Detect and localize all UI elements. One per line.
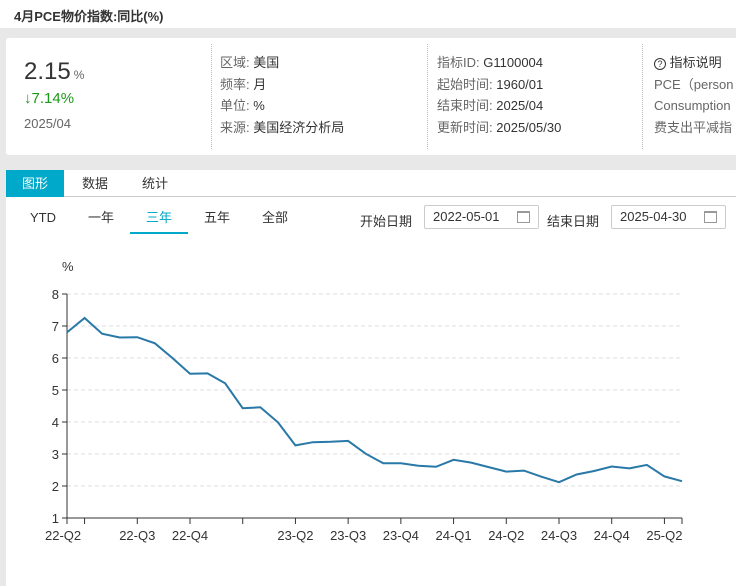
y-tick-label: 4: [52, 415, 59, 430]
x-tick-label: 22-Q3: [119, 528, 155, 543]
x-tick-label: 23-Q2: [277, 528, 313, 543]
x-tick-label: 23-Q4: [383, 528, 419, 543]
y-tick-label: 5: [52, 383, 59, 398]
y-tick-label: 8: [52, 287, 59, 302]
x-tick-label: 22-Q2: [45, 528, 81, 543]
x-tick-label: 24-Q3: [541, 528, 577, 543]
x-tick-label: 24-Q2: [488, 528, 524, 543]
y-axis-unit: %: [62, 259, 74, 274]
y-tick-label: 6: [52, 351, 59, 366]
y-tick-label: 3: [52, 447, 59, 462]
series-line: [66, 316, 683, 484]
y-tick-label: 1: [52, 511, 59, 526]
x-tick-label: 23-Q3: [330, 528, 366, 543]
y-tick-label: 7: [52, 319, 59, 334]
y-tick-label: 2: [52, 479, 59, 494]
line-chart: % 1 2 3 4 5 6 7 8 22-Q2 22-Q3 22-Q4 23-Q2 23-Q3 23-Q4…: [45, 259, 683, 543]
x-tick-label: 24-Q4: [594, 528, 630, 543]
x-tick-label: 24-Q1: [436, 528, 472, 543]
x-tick-label: 25-Q2: [646, 528, 682, 543]
x-tick-label: 22-Q4: [172, 528, 208, 543]
